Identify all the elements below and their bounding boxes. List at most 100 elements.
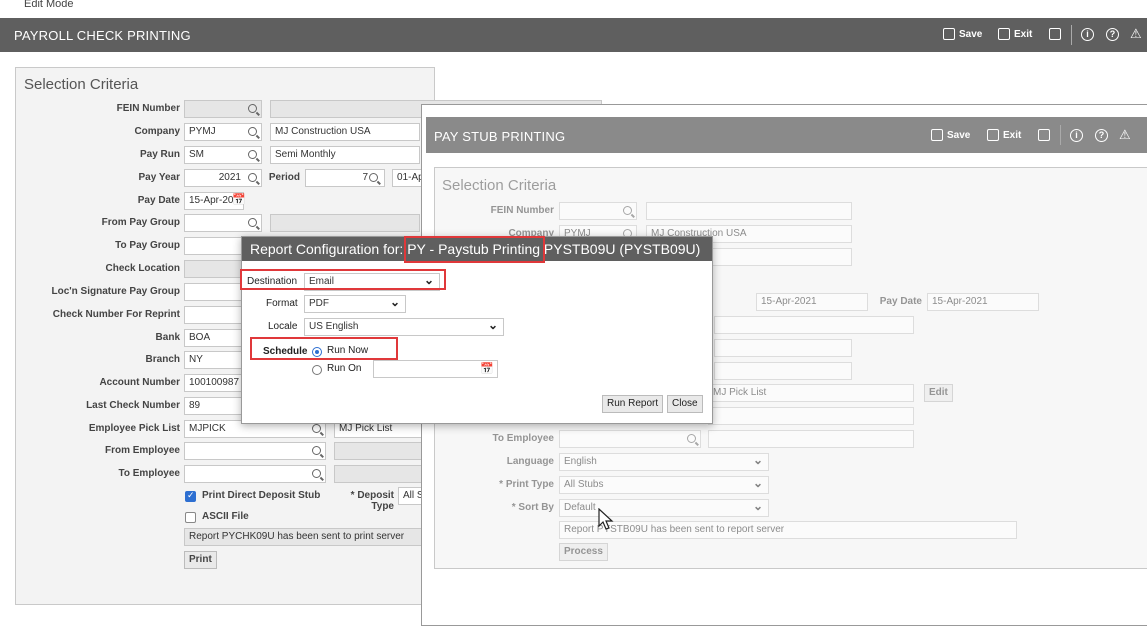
from-employee-label: From Employee: [104, 445, 180, 456]
employee-pick-search-icon[interactable]: [312, 424, 321, 433]
stub-pick-list-name: MJ Pick List: [708, 384, 914, 402]
stub-section-title: Selection Criteria: [442, 177, 557, 194]
stub-blank-field-2: [714, 339, 852, 357]
stub-sort-by-select[interactable]: Default: [559, 499, 769, 517]
stub-to-employee-name: [708, 430, 914, 448]
info-icon[interactable]: i: [1070, 129, 1083, 142]
main-save-button[interactable]: Save: [943, 28, 982, 40]
company-search-icon[interactable]: [248, 127, 257, 136]
deposit-type-select[interactable]: All S: [398, 487, 422, 505]
from-pay-group-search-icon[interactable]: [248, 218, 257, 227]
locale-label: Locale: [268, 321, 298, 332]
run-on-label: Run On: [327, 363, 362, 374]
last-check-input[interactable]: 89: [184, 397, 244, 415]
branch-label: Branch: [145, 354, 180, 365]
period-date-field: 01-Ap: [392, 169, 422, 187]
help-icon[interactable]: ?: [1106, 28, 1119, 41]
mouse-cursor: [598, 508, 614, 530]
to-employee-label: To Employee: [118, 468, 181, 479]
company-name-field: MJ Construction USA: [270, 123, 420, 141]
report-icon[interactable]: [1049, 28, 1061, 40]
from-employee-search-icon[interactable]: [312, 446, 321, 455]
last-check-label: Last Check Number: [86, 400, 180, 411]
report-icon[interactable]: [1038, 129, 1050, 141]
pay-date-label: Pay Date: [137, 195, 180, 206]
ascii-label: ASCII File: [202, 511, 249, 522]
fein-label: FEIN Number: [116, 103, 180, 114]
stub-save-button[interactable]: Save: [931, 129, 970, 141]
bank-label: Bank: [155, 332, 180, 343]
stub-fein-search-icon[interactable]: [623, 206, 632, 215]
pay-run-label: Pay Run: [139, 149, 180, 160]
pay-run-search-icon[interactable]: [248, 150, 257, 159]
stub-period-date: 15-Apr-2021: [756, 293, 868, 311]
stub-exit-button[interactable]: Exit: [987, 129, 1021, 141]
run-on-radio[interactable]: [312, 365, 322, 375]
from-employee-input[interactable]: [184, 442, 326, 460]
mode-bar: Edit Mode: [0, 0, 1147, 14]
to-employee-search-icon[interactable]: [312, 469, 321, 478]
stub-status-field: Report PYSTB09U has been sent to report …: [559, 521, 1017, 539]
check-reprint-input[interactable]: [184, 306, 244, 324]
dialog-title-suffix: PYSTB09U (PYSTB09U): [540, 241, 701, 257]
period-search-icon[interactable]: [369, 173, 378, 182]
stub-save-label: Save: [947, 129, 971, 141]
from-pay-group-name: [270, 214, 420, 232]
run-report-button[interactable]: Run Report: [602, 395, 664, 413]
locale-select[interactable]: US English: [304, 318, 504, 336]
employee-pick-label: Employee Pick List: [88, 423, 180, 434]
print-dd-label: Print Direct Deposit Stub: [202, 490, 321, 501]
stub-blank-field-3: [714, 362, 852, 380]
format-select[interactable]: PDF: [304, 295, 406, 313]
calendar-icon[interactable]: 📅: [232, 193, 246, 206]
close-button[interactable]: Close: [667, 395, 703, 413]
stub-language-label: Language: [506, 456, 554, 467]
report-config-dialog: Report Configuration for: PY - Paystub P…: [241, 236, 713, 424]
stub-process-button[interactable]: Process: [559, 543, 608, 561]
to-employee-name: [334, 465, 422, 483]
stub-language-select[interactable]: English: [559, 453, 769, 471]
fein-search-icon[interactable]: [248, 104, 257, 113]
print-dd-checkbox[interactable]: [185, 490, 196, 502]
stub-to-employee-input[interactable]: [559, 430, 701, 448]
schedule-highlight-box: [250, 337, 398, 360]
exit-icon: [998, 28, 1010, 40]
main-exit-button[interactable]: Exit: [998, 28, 1032, 40]
from-pay-group-label: From Pay Group: [101, 217, 180, 228]
save-icon: [931, 129, 943, 141]
locn-signature-input[interactable]: [184, 283, 244, 301]
pay-year-label: Pay Year: [138, 172, 180, 183]
pay-year-search-icon[interactable]: [248, 173, 257, 182]
calendar-icon[interactable]: 📅: [480, 362, 494, 375]
check-location-input[interactable]: [184, 260, 244, 278]
main-window-title: PAYROLL CHECK PRINTING: [14, 28, 191, 43]
info-icon[interactable]: i: [1081, 28, 1094, 41]
stub-window-title: PAY STUB PRINTING: [434, 129, 566, 144]
stub-exit-label: Exit: [1003, 129, 1022, 141]
from-employee-name: [334, 442, 422, 460]
warning-icon[interactable]: ⚠: [1130, 26, 1142, 42]
branch-input[interactable]: NY: [184, 351, 244, 369]
format-label: Format: [266, 298, 298, 309]
company-label: Company: [134, 126, 180, 137]
stub-print-type-select[interactable]: All Stubs: [559, 476, 769, 494]
print-button[interactable]: Print: [184, 551, 217, 569]
to-pay-group-input[interactable]: [184, 237, 244, 255]
dialog-title-prefix: Report Configuration for:: [250, 241, 408, 257]
account-number-input[interactable]: 100100987: [184, 374, 244, 392]
stub-titlebar: PAY STUB PRINTING Save Exit i ? ⚠: [426, 117, 1147, 153]
ascii-checkbox[interactable]: [185, 512, 196, 523]
stub-blank-field-1: [714, 316, 914, 334]
bank-input[interactable]: BOA: [184, 329, 244, 347]
to-employee-input[interactable]: [184, 465, 326, 483]
stub-to-employee-search-icon[interactable]: [687, 434, 696, 443]
help-icon[interactable]: ?: [1095, 129, 1108, 142]
stub-print-type-label: * Print Type: [499, 479, 554, 490]
toolbar-divider: [1071, 25, 1072, 45]
stub-edit-button[interactable]: Edit: [924, 384, 953, 402]
locn-signature-label: Loc'n Signature Pay Group: [51, 286, 180, 297]
warning-icon[interactable]: ⚠: [1119, 127, 1131, 143]
stub-pay-date-input[interactable]: 15-Apr-2021: [927, 293, 1039, 311]
save-icon: [943, 28, 955, 40]
to-pay-group-label: To Pay Group: [115, 240, 180, 251]
